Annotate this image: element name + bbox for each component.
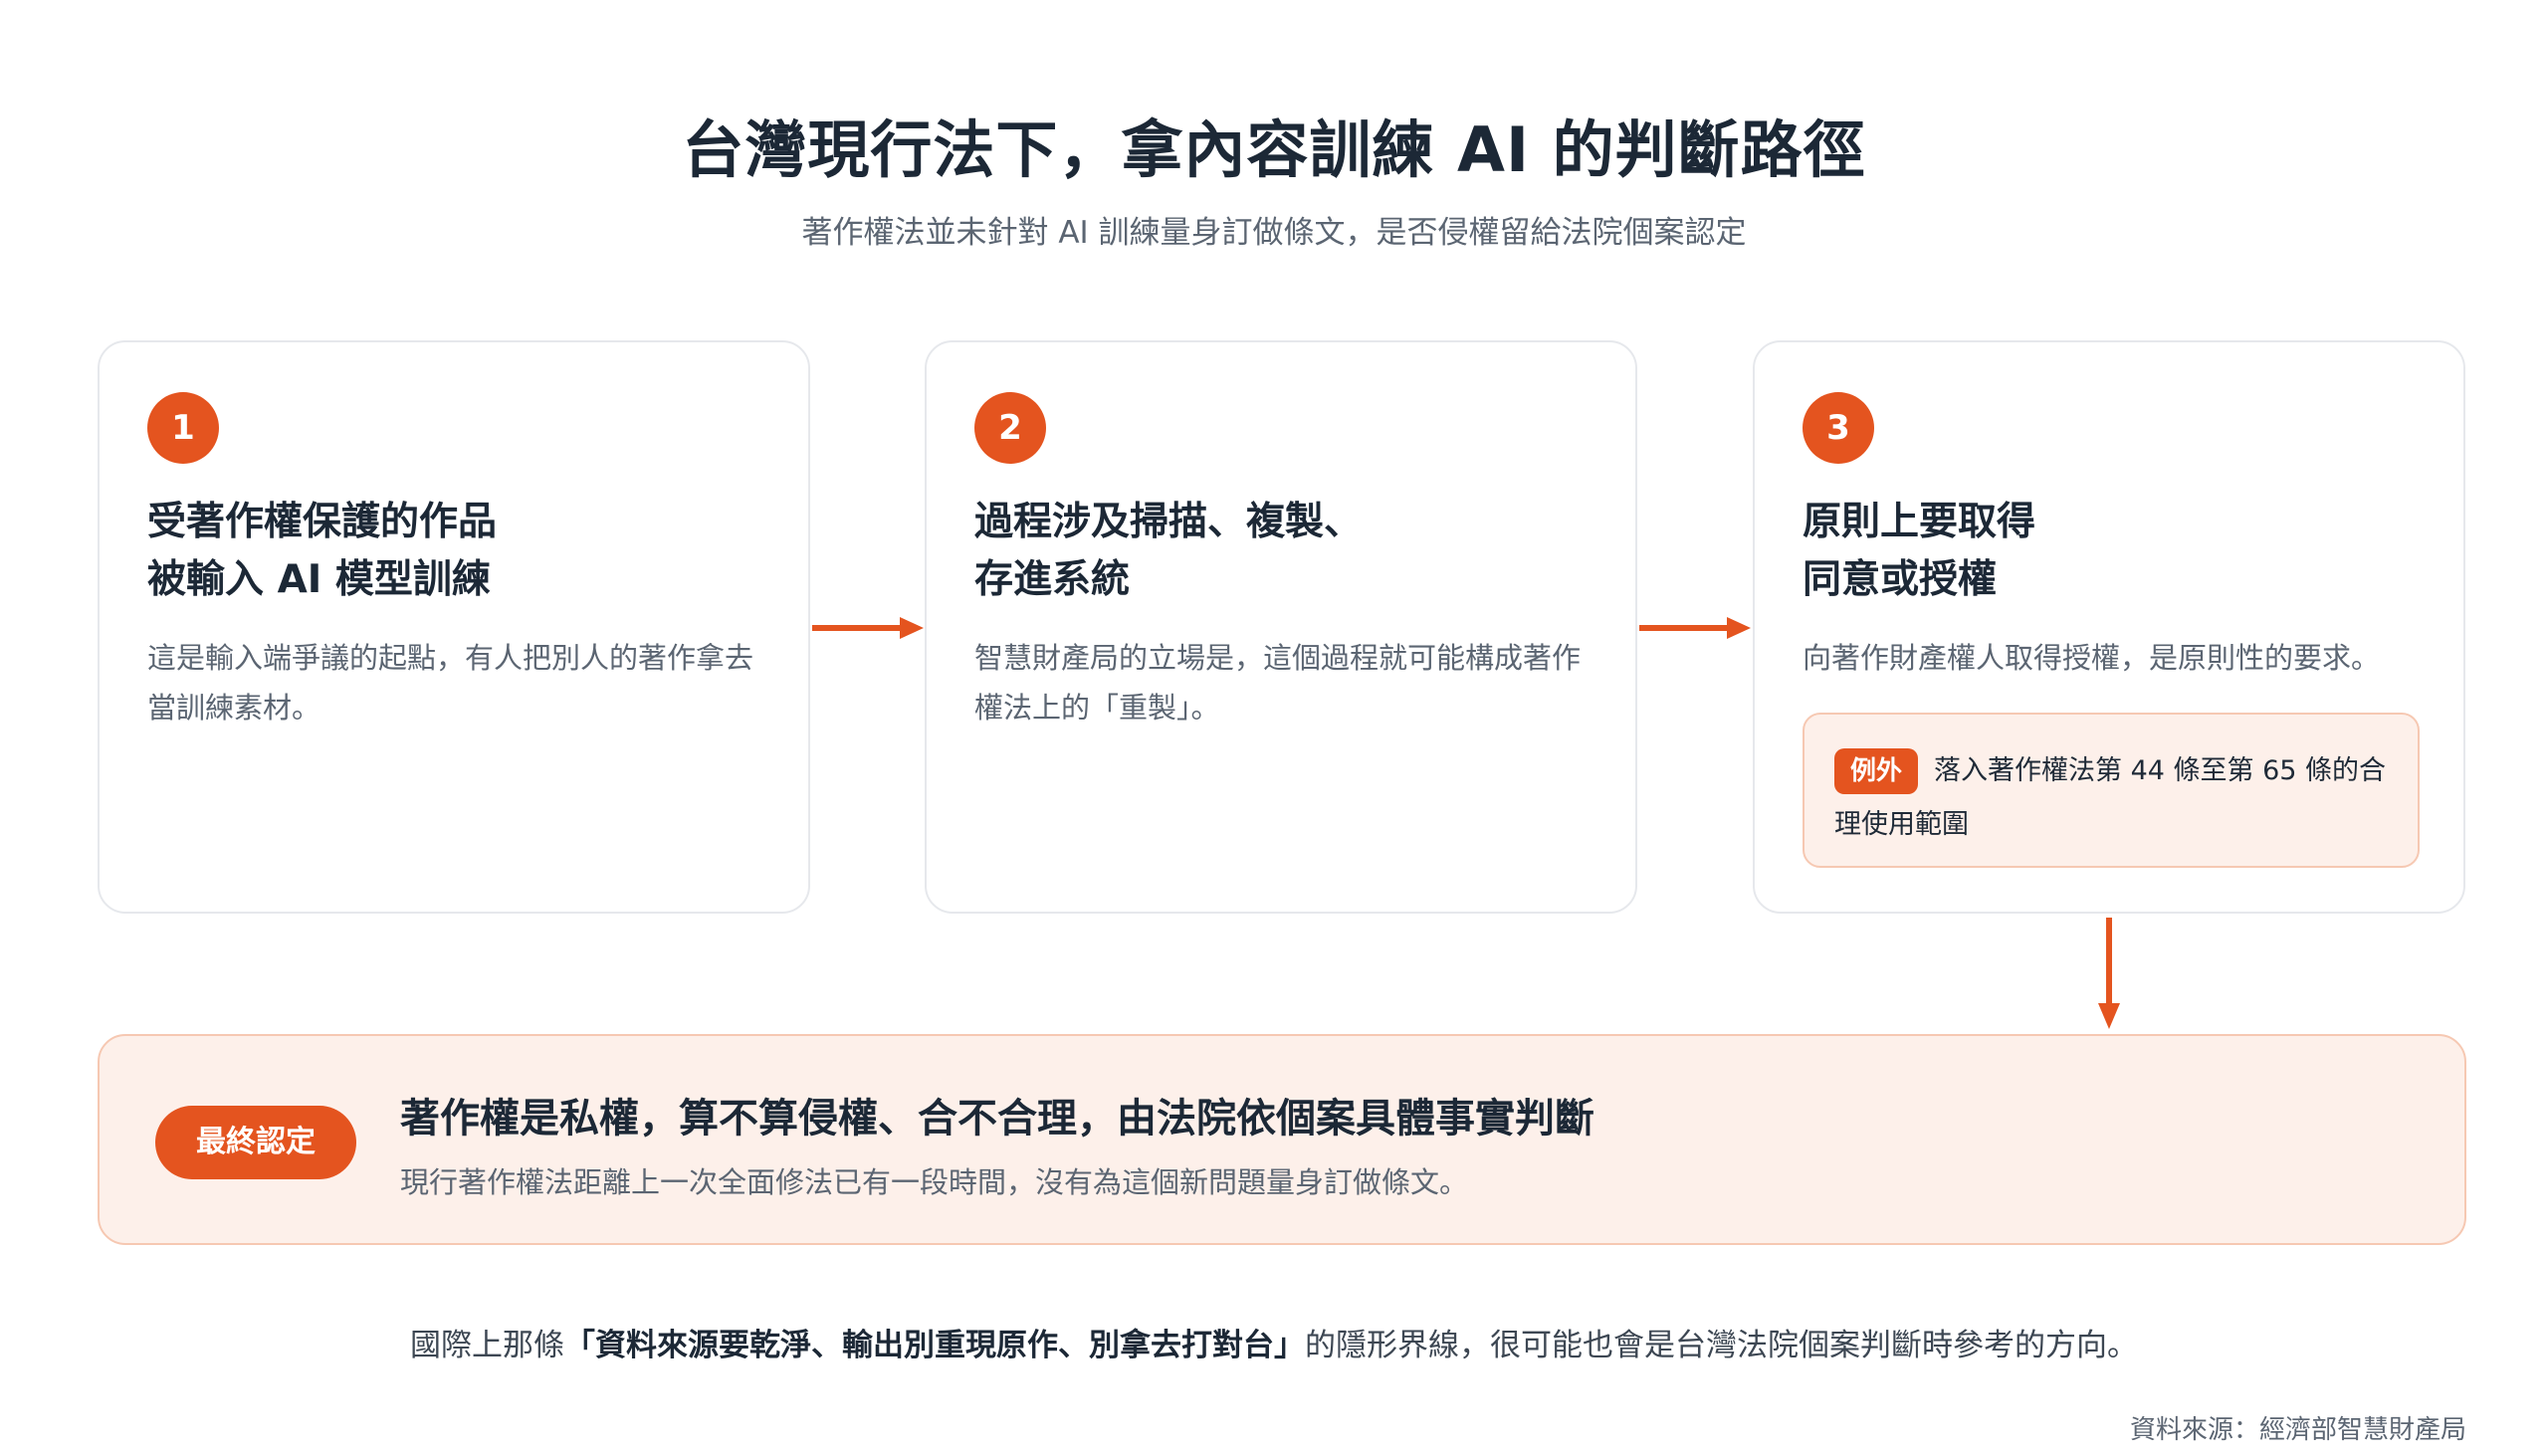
final-tag: 最終認定 [155,1106,356,1179]
step-title: 原則上要取得 同意或授權 [1803,494,2440,609]
final-title: 著作權是私權，算不算侵權、合不合理，由法院依個案具體事實判斷 [400,1096,1594,1142]
step-title: 過程涉及掃描、複製、 存進系統 [974,494,1611,609]
step-number-badge: 3 [1803,392,1874,464]
step-title-line: 同意或授權 [1803,557,1998,602]
step-title-line: 被輸入 AI 模型訓練 [147,557,491,602]
step-number-badge: 2 [974,392,1046,464]
step-description: 智慧財產局的立場是，這個過程就可能構成著作權法上的「重製」。 [974,641,1582,725]
step-title-line: 過程涉及掃描、複製、 [974,500,1364,544]
step-title-line: 存進系統 [974,557,1131,602]
exception-tag: 例外 [1834,748,1919,794]
step-card-1: 1 受著作權保護的作品 被輸入 AI 模型訓練 這是輸入端爭議的起點，有人把別人… [98,340,810,914]
step-title-line: 原則上要取得 [1803,500,2036,544]
final-determination-box: 最終認定 著作權是私權，算不算侵權、合不合理，由法院依個案具體事實判斷 現行著作… [98,1034,2466,1245]
arrow-right-icon [1639,617,1751,639]
step-title: 受著作權保護的作品 被輸入 AI 模型訓練 [147,494,784,609]
footnote: 國際上那條「資料來源要乾淨、輸出別重現原作、別拿去打對台」的隱形界線，很可能也會… [0,1320,2548,1364]
footnote-suffix: 的隱形界線，很可能也會是台灣法院個案判斷時參考的方向。 [1305,1328,2138,1363]
final-description: 現行著作權法距離上一次全面修法已有一段時間，沒有為這個新問題量身訂做條文。 [400,1165,1469,1199]
step-description: 這是輸入端爭議的起點，有人把別人的著作拿去當訓練素材。 [147,641,754,725]
footnote-prefix: 國際上那條 [410,1328,564,1363]
source-note: 資料來源：經濟部智慧財產局 [2129,1415,2466,1445]
step-number-badge: 1 [147,392,219,464]
step-card-2: 2 過程涉及掃描、複製、 存進系統 智慧財產局的立場是，這個過程就可能構成著作權… [925,340,1637,914]
page-subtitle: 著作權法並未針對 AI 訓練量身訂做條文，是否侵權留給法院個案認定 [801,215,1747,251]
footnote-highlight: 「資料來源要乾淨、輸出別重現原作、別拿去打對台」 [564,1328,1305,1363]
arrow-down-icon [2098,918,2120,1029]
arrow-right-icon [812,617,924,639]
step-description: 向著作財產權人取得授權，是原則性的要求。 [1803,641,2381,675]
step-title-line: 受著作權保護的作品 [147,500,498,544]
exception-box: 例外 落入著作權法第 44 條至第 65 條的合理使用範圍 [1803,713,2420,868]
page-title: 台灣現行法下，拿內容訓練 AI 的判斷路徑 [682,113,1866,186]
step-card-3: 3 原則上要取得 同意或授權 向著作財產權人取得授權，是原則性的要求。 例外 落入… [1753,340,2465,914]
